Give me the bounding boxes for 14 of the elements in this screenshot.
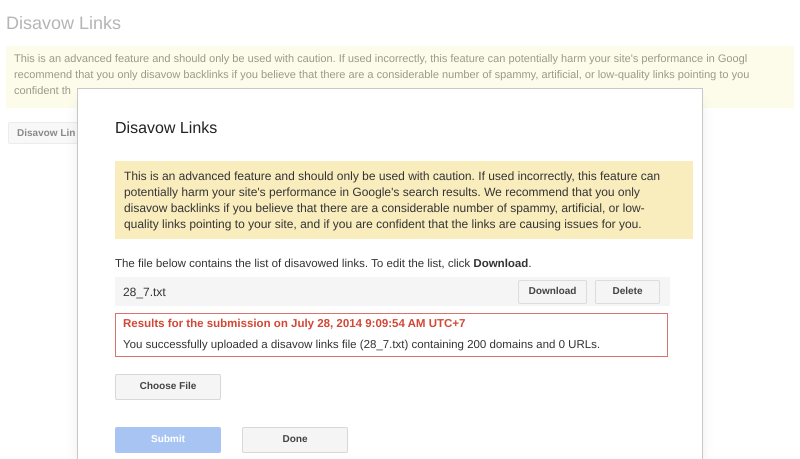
result-message: You successfully uploaded a disavow links file (28_7.txt) containing 200 domains and 0 URLs. bbox=[123, 338, 602, 352]
instructions-text: The file below contains the list of disavowed links. To edit the list, click Download. bbox=[115, 257, 533, 272]
warning-line: confident th bbox=[14, 84, 72, 99]
choose-file-button[interactable]: Choose File bbox=[115, 374, 221, 400]
delete-button[interactable]: Delete bbox=[595, 280, 660, 304]
dialog-title: Disavow Links bbox=[115, 119, 218, 139]
warning-line: recommend that you only disavow backlinks if you believe that there are a considerable number of spammy, artificial, or low-quality links pointing to you bbox=[14, 68, 750, 83]
warning-line: This is an advanced feature and should only be used with caution. If used incorrectly, this feature can potentially harm your site's performance in Googl bbox=[14, 52, 748, 67]
warning-message: This is an advanced feature and should only be used with caution. If used incorrectly, this feature can potentially harm your site's performance in Google's search results. We recommend that you only disavow backlinks if you believe that there are a considerable number of spammy, artificial, or low-quality links pointing to your site, and if you are confident that the links are causing issues for you. bbox=[115, 161, 693, 239]
page-title: Disavow Links bbox=[6, 12, 122, 35]
done-button[interactable]: Done bbox=[242, 426, 348, 453]
result-title: Results for the submission on July 28, 2014 9:09:54 AM UTC+7 bbox=[123, 317, 466, 332]
file-name: 28_7.txt bbox=[123, 284, 167, 301]
download-button[interactable]: Download bbox=[518, 280, 587, 304]
